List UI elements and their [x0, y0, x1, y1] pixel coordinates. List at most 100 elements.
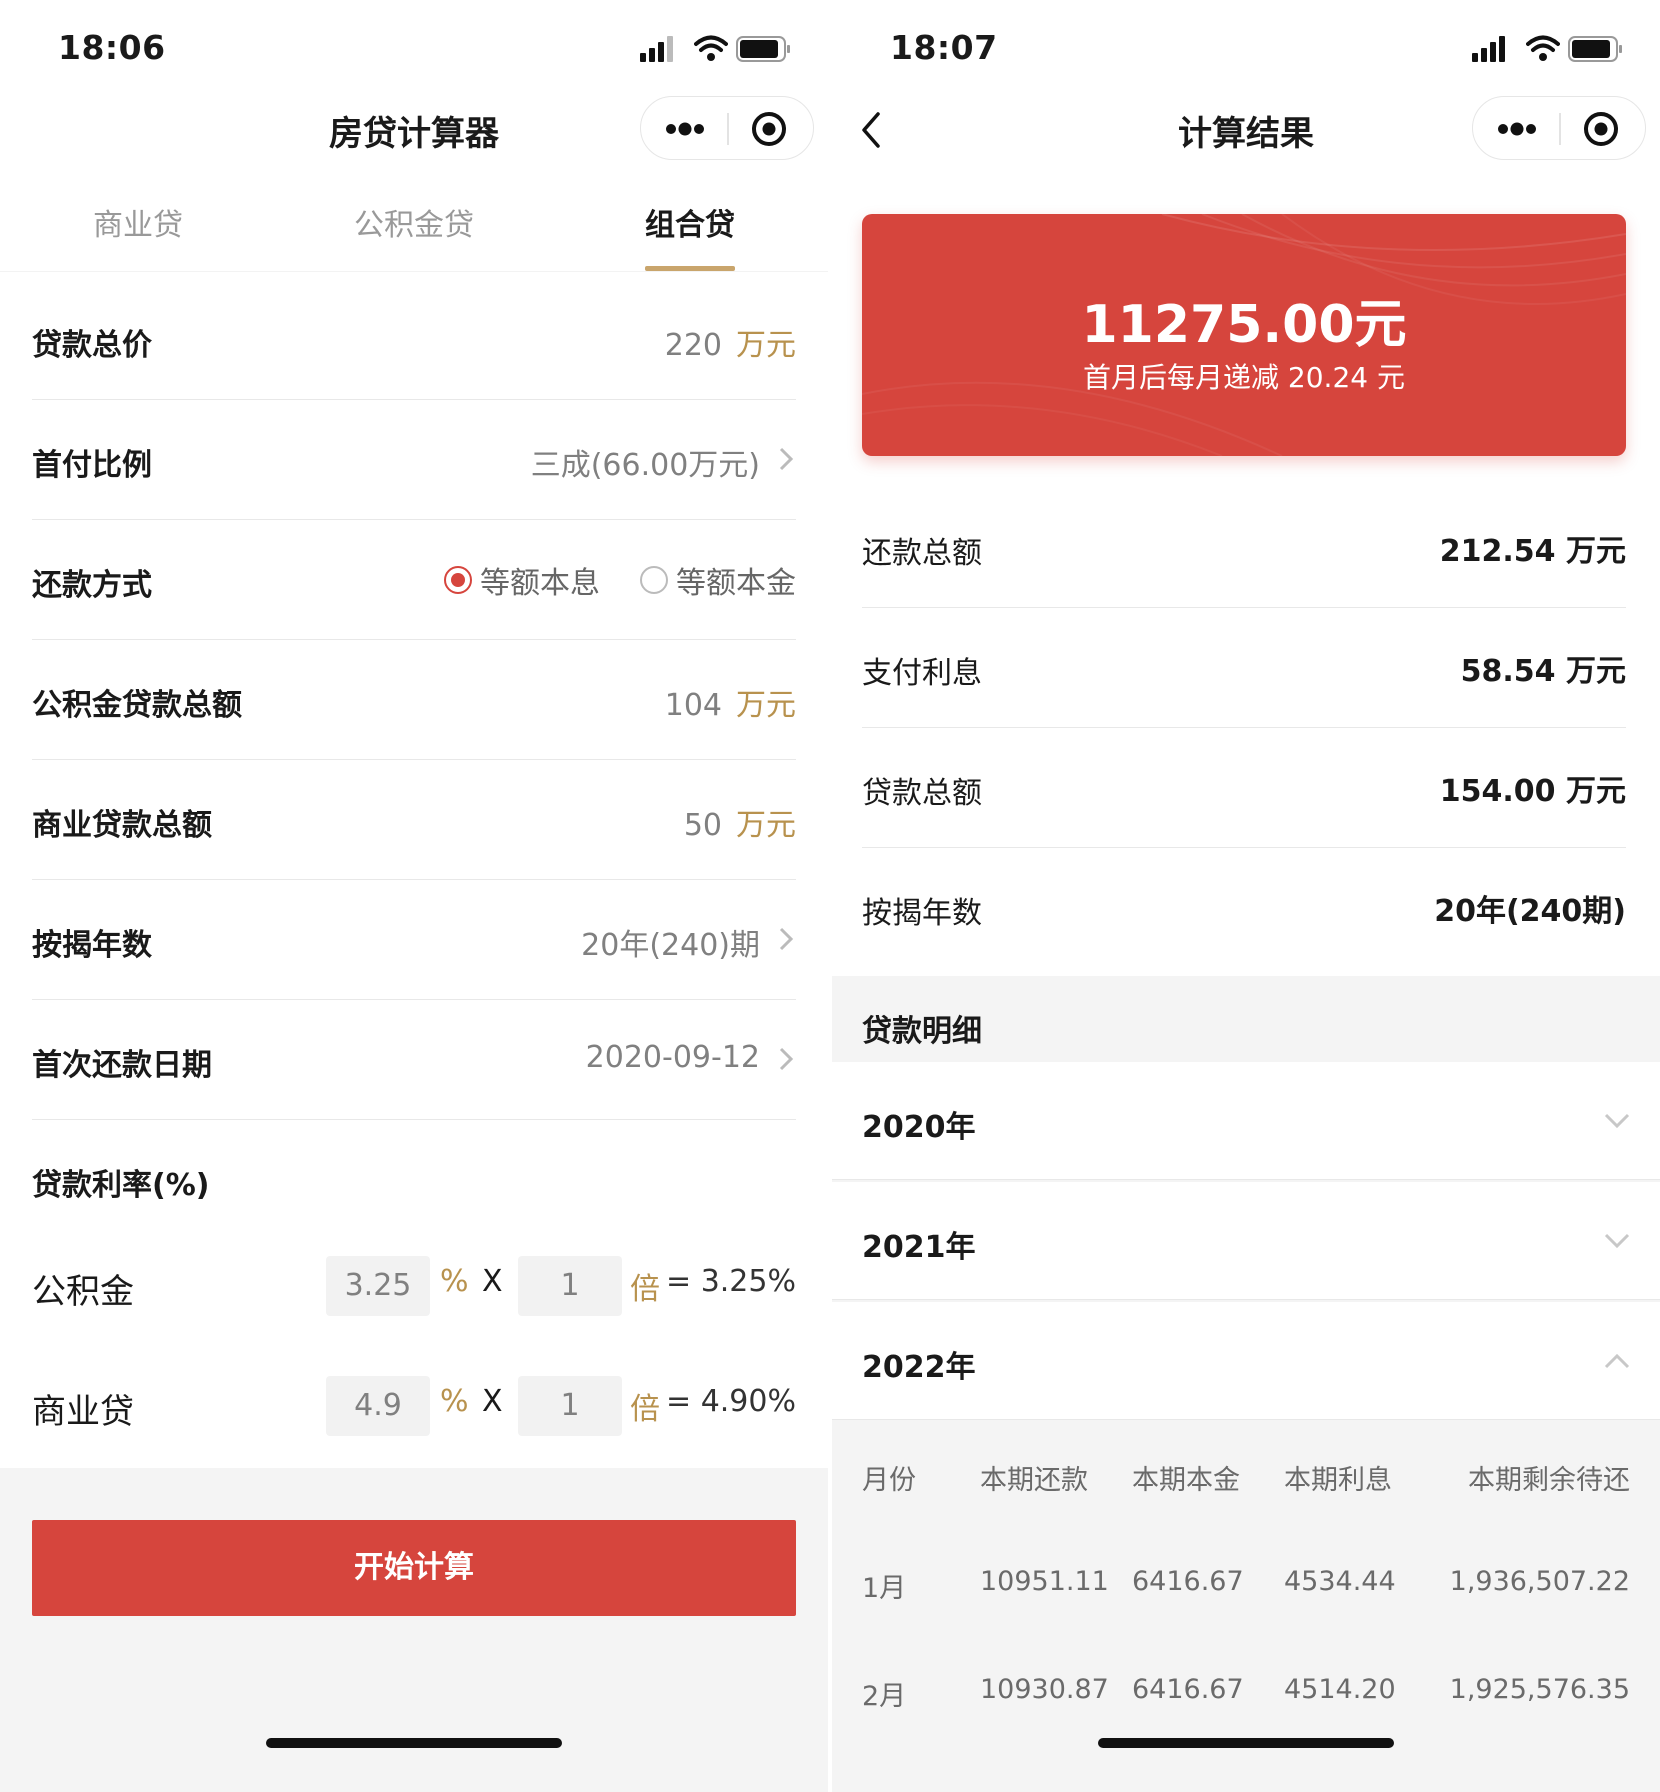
battery-icon	[1568, 36, 1622, 62]
radio-checked-icon	[444, 566, 472, 594]
total-price-unit: 万元	[736, 328, 796, 363]
status-bar: 18:06	[0, 0, 828, 96]
rate-header-row: 贷款利率(%)	[32, 1120, 796, 1240]
more-icon[interactable]	[663, 113, 707, 145]
table-row: 1月 10951.11 6416.67 4534.44 1,936,507.22	[832, 1534, 1660, 1634]
radio-label-equal-installment: 等额本息	[480, 566, 600, 601]
cell-interest: 4534.44	[1284, 1566, 1396, 1597]
fund-total-row[interactable]: 公积金贷款总额 104 万元	[32, 640, 796, 760]
commercial-total-number[interactable]: 50	[684, 808, 722, 843]
year-label: 2022年	[862, 1350, 976, 1385]
radio-equal-installment[interactable]: 等额本息	[444, 558, 600, 602]
monthly-payment-card: 11275.00元 首月后每月递减 20.24 元	[862, 214, 1626, 456]
rate-header-label: 贷款利率(%)	[32, 1168, 210, 1203]
more-icon[interactable]	[1495, 113, 1539, 145]
summary-value: 58.54 万元	[1460, 654, 1626, 689]
year-row-2020[interactable]: 2020年	[832, 1062, 1660, 1180]
commercial-total-unit: 万元	[736, 808, 796, 843]
radio-label-equal-principal: 等额本金	[676, 566, 796, 601]
status-bar: 18:07	[832, 0, 1660, 96]
cell-remaining: 1,925,576.35	[1449, 1674, 1630, 1705]
year-row-2021[interactable]: 2021年	[832, 1182, 1660, 1300]
down-payment-value[interactable]: 三成(66.00万元)	[531, 440, 760, 484]
down-payment-row[interactable]: 首付比例 三成(66.00万元)	[32, 400, 796, 520]
monthly-payment-amount: 11275.00元	[1081, 295, 1407, 355]
summary-value: 20年(240期)	[1434, 894, 1626, 929]
years-label: 按揭年数	[32, 928, 152, 963]
first-date-row[interactable]: 首次还款日期 2020-09-12	[32, 1000, 796, 1120]
year-row-2022[interactable]: 2022年	[832, 1302, 1660, 1420]
status-time: 18:06	[58, 28, 166, 67]
monthly-decrease-note: 首月后每月递减 20.24 元	[1083, 361, 1405, 394]
chevron-right-icon	[779, 927, 794, 951]
summary-label: 还款总额	[862, 536, 982, 571]
target-icon[interactable]	[751, 111, 787, 147]
commercial-rate-label: 商业贷	[32, 1392, 134, 1432]
chevron-down-icon	[1604, 1113, 1630, 1129]
summary-value: 212.54 万元	[1439, 534, 1626, 569]
fund-rate-label: 公积金	[32, 1272, 134, 1312]
radio-equal-principal[interactable]: 等额本金	[640, 558, 796, 602]
chevron-right-icon	[779, 1047, 794, 1071]
summary-label: 支付利息	[862, 656, 982, 691]
wifi-icon	[694, 35, 728, 61]
cell-interest: 4514.20	[1284, 1674, 1396, 1705]
total-price-row[interactable]: 贷款总价 220 万元	[32, 280, 796, 400]
commercial-multiplier-unit: 倍	[630, 1392, 660, 1427]
total-price-value[interactable]: 220 万元	[665, 320, 796, 364]
fund-rate-pct: %	[440, 1264, 469, 1299]
fund-rate-result: = 3.25%	[666, 1264, 796, 1299]
fund-rate-input[interactable]: 3.25	[326, 1256, 430, 1316]
nav-bar: 计算结果	[832, 96, 1660, 160]
commercial-total-row[interactable]: 商业贷款总额 50 万元	[32, 760, 796, 880]
commercial-rate-input[interactable]: 4.9	[326, 1376, 430, 1436]
cell-principal: 6416.67	[1132, 1674, 1244, 1705]
commercial-multiplier-input[interactable]: 1	[518, 1376, 622, 1436]
cell-month: 2月	[862, 1681, 907, 1712]
chevron-right-icon	[779, 447, 794, 471]
fund-total-value[interactable]: 104 万元	[665, 680, 796, 724]
capsule-divider	[1559, 113, 1561, 145]
total-price-label: 贷款总价	[32, 328, 152, 363]
signal-icon	[640, 36, 673, 62]
cell-payment: 10951.11	[980, 1566, 1109, 1597]
first-date-value[interactable]: 2020-09-12	[586, 1040, 760, 1075]
status-time: 18:07	[890, 28, 998, 67]
tab-provident-fund[interactable]: 公积金贷	[276, 188, 552, 271]
capsule-divider	[727, 113, 729, 145]
fund-multiplier-unit: 倍	[630, 1272, 660, 1307]
fund-total-number[interactable]: 104	[665, 688, 722, 723]
years-value[interactable]: 20年(240)期	[581, 920, 760, 964]
fund-multiplier-input[interactable]: 1	[518, 1256, 622, 1316]
calculator-screen: 18:06 房贷计算器 商业贷 公积金贷 组合贷 贷款总价 220 万元 首付比…	[0, 0, 828, 1792]
tab-combined[interactable]: 组合贷	[552, 188, 828, 271]
mini-program-capsule	[640, 96, 814, 160]
target-icon[interactable]	[1583, 111, 1619, 147]
total-price-number[interactable]: 220	[665, 328, 722, 363]
tab-commercial[interactable]: 商业贷	[0, 188, 276, 271]
fund-total-unit: 万元	[736, 688, 796, 723]
table-row: 2月 10930.87 6416.67 4514.20 1,925,576.35	[832, 1642, 1660, 1742]
start-calculate-button[interactable]: 开始计算	[32, 1520, 796, 1616]
loan-detail-title: 贷款明细	[862, 1014, 982, 1049]
repay-method-label: 还款方式	[32, 568, 152, 603]
commercial-total-value[interactable]: 50 万元	[684, 800, 796, 844]
home-indicator	[266, 1738, 562, 1748]
summary-label: 贷款总额	[862, 776, 982, 811]
fund-rate-times: X	[482, 1264, 503, 1299]
year-label: 2020年	[862, 1110, 976, 1145]
years-row[interactable]: 按揭年数 20年(240)期	[32, 880, 796, 1000]
home-indicator	[1098, 1738, 1394, 1748]
mini-program-capsule	[1472, 96, 1646, 160]
battery-icon	[736, 36, 790, 62]
commercial-rate-row: 商业贷 4.9 % X 1 倍 = 4.90%	[32, 1364, 796, 1454]
down-payment-label: 首付比例	[32, 448, 152, 483]
year-label: 2021年	[862, 1230, 976, 1265]
chevron-up-icon	[1604, 1353, 1630, 1369]
wifi-icon	[1526, 35, 1560, 61]
header-remaining: 本期剩余待还	[1468, 1465, 1630, 1496]
header-interest: 本期利息	[1284, 1465, 1392, 1496]
commercial-total-label: 商业贷款总额	[32, 808, 212, 843]
signal-icon	[1472, 36, 1505, 62]
header-principal: 本期本金	[1132, 1465, 1240, 1496]
